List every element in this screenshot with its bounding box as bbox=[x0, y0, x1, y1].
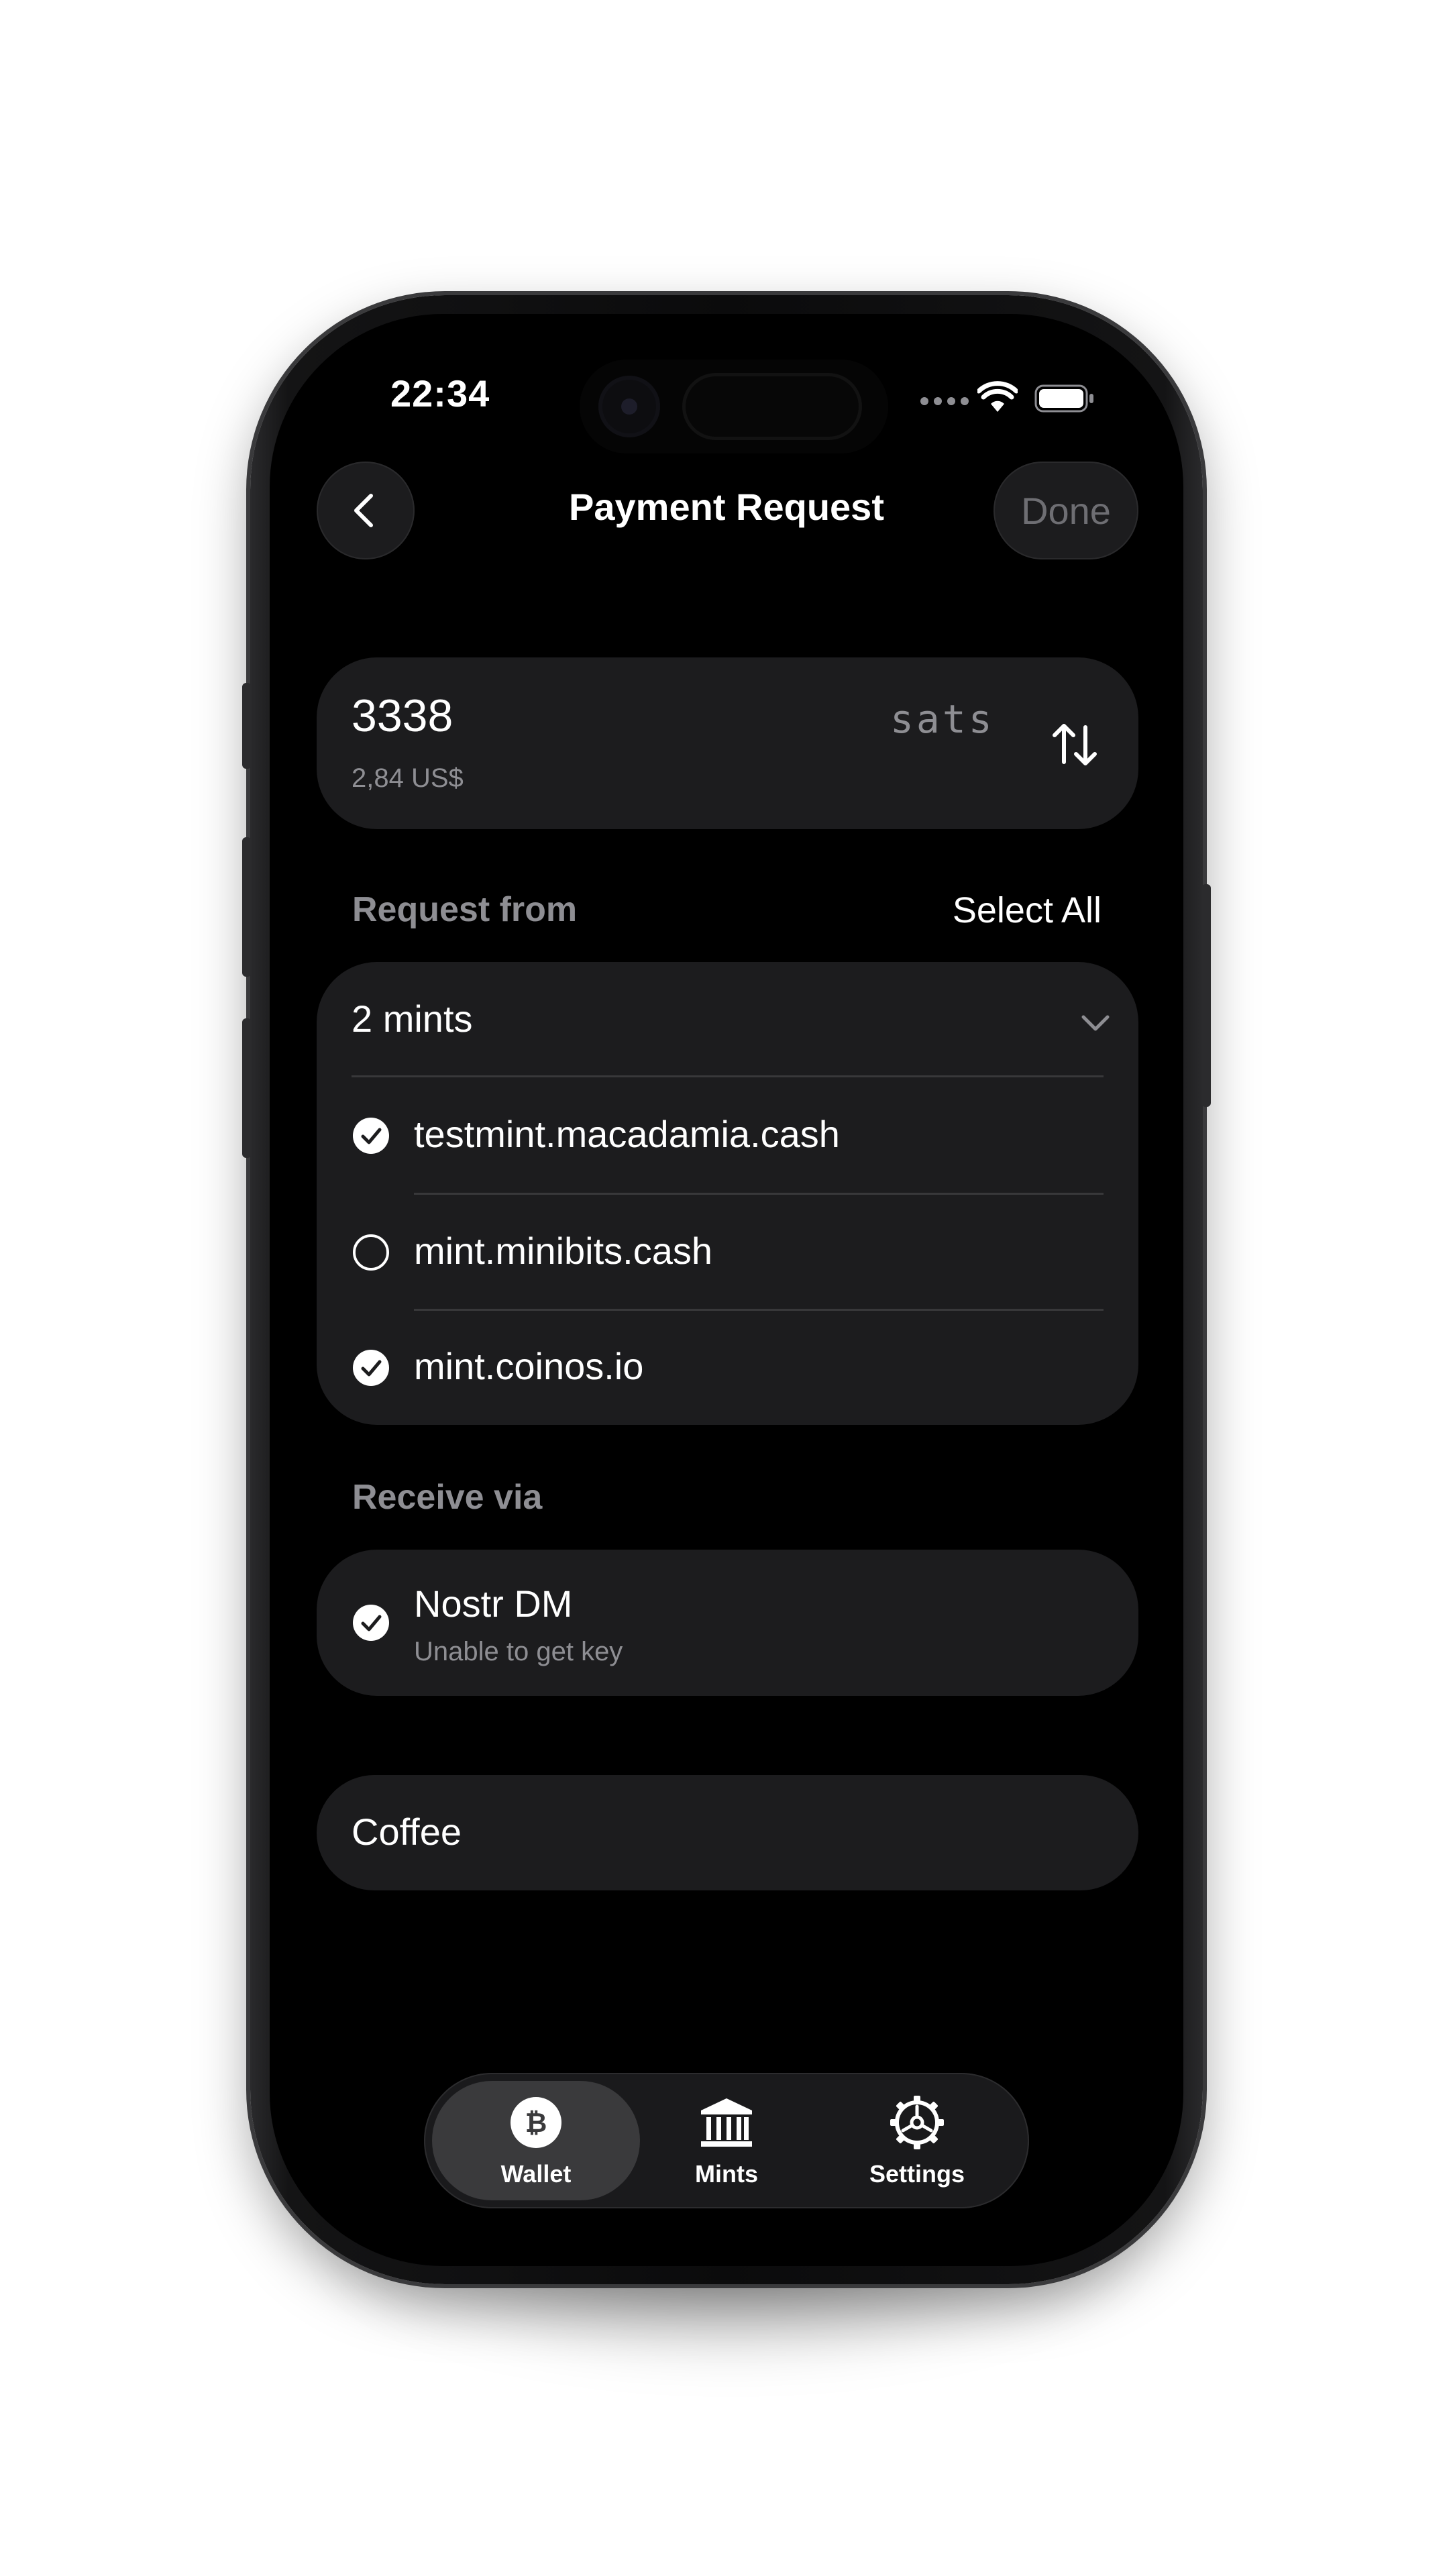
memo-field[interactable]: Coffee bbox=[317, 1775, 1138, 1890]
action-button bbox=[242, 683, 252, 769]
tab-label: Mints bbox=[695, 2160, 758, 2188]
select-all-button[interactable]: Select All bbox=[900, 890, 1102, 931]
tab-mints[interactable]: Mints bbox=[623, 2081, 830, 2200]
amount-card[interactable]: 3338 2,84 US$ sats bbox=[317, 657, 1138, 829]
mint-row-coinos[interactable]: mint.coinos.io bbox=[317, 1309, 1138, 1425]
wifi-icon bbox=[977, 381, 1018, 412]
tab-label: Settings bbox=[869, 2160, 965, 2188]
done-button[interactable]: Done bbox=[994, 462, 1138, 559]
app-screen: 22:34 Payment Request Done 3338 2,84 US$… bbox=[270, 314, 1183, 2266]
power-button bbox=[1201, 884, 1211, 1107]
amount-input[interactable]: 3338 bbox=[352, 690, 453, 742]
mint-name: testmint.macadamia.cash bbox=[414, 1113, 840, 1155]
status-time: 22:34 bbox=[390, 372, 490, 415]
amount-unit: sats bbox=[890, 696, 995, 742]
bank-icon bbox=[701, 2098, 752, 2147]
tab-settings[interactable]: Settings bbox=[813, 2081, 1021, 2200]
volume-up-button bbox=[242, 837, 252, 977]
cellular-signal-icon bbox=[920, 397, 969, 405]
receive-method-name: Nostr DM bbox=[414, 1582, 573, 1625]
fiat-amount: 2,84 US$ bbox=[352, 763, 464, 793]
tab-label: Wallet bbox=[500, 2160, 572, 2188]
bitcoin-icon: ₿ bbox=[511, 2097, 561, 2148]
mint-name: mint.coinos.io bbox=[414, 1345, 644, 1387]
receive-method-card[interactable]: Nostr DM Unable to get key bbox=[317, 1550, 1138, 1696]
tab-bar: ₿ Wallet Mints Settings bbox=[424, 2073, 1029, 2208]
tab-wallet[interactable]: ₿ Wallet bbox=[432, 2081, 640, 2200]
checkmark-circle-icon bbox=[353, 1118, 389, 1154]
swap-units-icon[interactable] bbox=[1048, 718, 1102, 771]
chevron-down-icon bbox=[1081, 1015, 1110, 1031]
mints-summary: 2 mints bbox=[352, 998, 473, 1040]
receive-via-label: Receive via bbox=[352, 1478, 543, 1517]
mint-row-testmint-macadamia[interactable]: testmint.macadamia.cash bbox=[317, 1077, 1138, 1193]
checkmark-circle-icon bbox=[353, 1350, 389, 1386]
svg-text:₿: ₿ bbox=[525, 2108, 547, 2139]
receive-method-status: Unable to get key bbox=[414, 1637, 623, 1666]
mint-name: mint.minibits.cash bbox=[414, 1230, 713, 1272]
front-camera-icon bbox=[598, 376, 660, 437]
volume-down-button bbox=[242, 1018, 252, 1158]
empty-circle-icon bbox=[353, 1234, 389, 1271]
battery-icon bbox=[1034, 384, 1093, 413]
mint-row-minibits[interactable]: mint.minibits.cash bbox=[317, 1194, 1138, 1309]
dynamic-island-pill bbox=[682, 373, 862, 440]
gear-icon bbox=[890, 2096, 944, 2149]
request-from-label: Request from bbox=[352, 890, 578, 929]
checkmark-circle-icon bbox=[353, 1605, 389, 1641]
mints-card: 2 mints testmint.macadamia.cash mint.min… bbox=[317, 962, 1138, 1425]
memo-value: Coffee bbox=[352, 1811, 462, 1853]
mints-dropdown[interactable]: 2 mints bbox=[317, 962, 1138, 1077]
